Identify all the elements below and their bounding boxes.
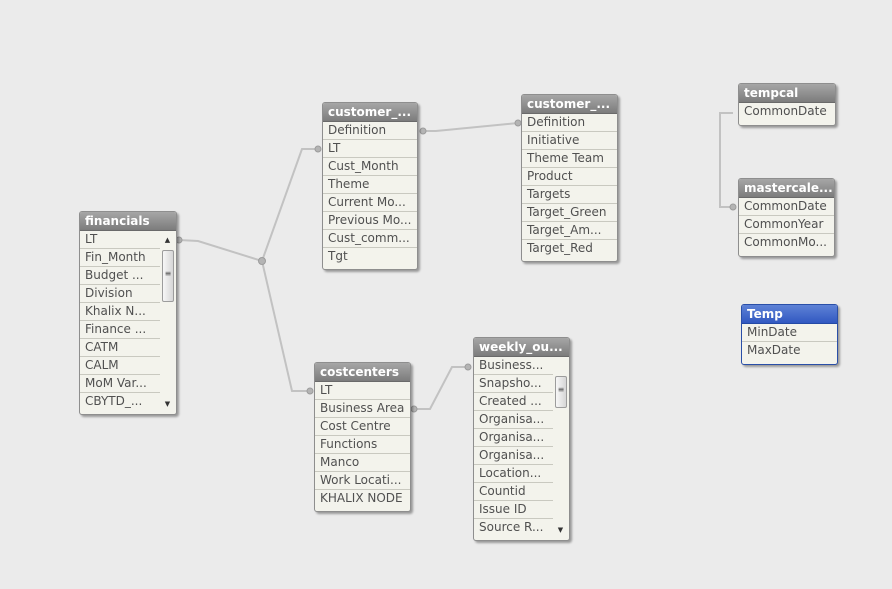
field-item[interactable]: Target_Am... [522, 222, 617, 240]
field-item[interactable]: Product [522, 168, 617, 186]
field-item[interactable]: Finance ... [80, 321, 160, 339]
field-item[interactable]: Previous Mo... [323, 212, 417, 230]
join-dot [306, 387, 314, 395]
link-hub-costcenters [261, 260, 310, 392]
table-title[interactable]: weekly_ou... [474, 338, 569, 357]
field-item[interactable]: Location... [474, 465, 553, 483]
link-hub-customer1 [261, 148, 318, 262]
field-item[interactable]: CommonDate [739, 198, 834, 216]
field-item[interactable]: Target_Green [522, 204, 617, 222]
table-viewer-canvas[interactable]: financials LT Fin_Month Budget ... Divis… [0, 0, 892, 589]
field-item[interactable]: Business... [474, 357, 553, 375]
table-title[interactable]: customer_... [323, 103, 417, 122]
field-item[interactable]: Cost Centre [315, 418, 410, 436]
scroll-grip-icon: ≡ [164, 269, 172, 278]
field-item[interactable]: Business Area [315, 400, 410, 418]
field-item[interactable]: CALM [80, 357, 160, 375]
table-title[interactable]: financials [80, 212, 176, 231]
field-item[interactable]: CommonYear [739, 216, 834, 234]
field-item[interactable]: KHALIX NODE [315, 490, 410, 507]
field-item[interactable]: LT [315, 382, 410, 400]
field-item[interactable]: Khalix N... [80, 303, 160, 321]
field-item[interactable]: Organisa... [474, 447, 553, 465]
table-customer-2[interactable]: customer_... Definition Initiative Theme… [521, 94, 618, 262]
scroll-thumb[interactable]: ≡ [555, 376, 567, 408]
table-title[interactable]: Temp [742, 305, 837, 324]
field-item[interactable]: MinDate [742, 324, 837, 342]
link-financials-hub [178, 239, 263, 262]
field-item[interactable]: Definition [323, 122, 417, 140]
field-item[interactable]: CATM [80, 339, 160, 357]
field-item[interactable]: Issue ID [474, 501, 553, 519]
field-item[interactable]: Fin_Month [80, 249, 160, 267]
field-item[interactable]: MaxDate [742, 342, 837, 359]
scroll-grip-icon: ≡ [557, 385, 565, 394]
join-dot [419, 127, 427, 135]
field-item[interactable]: LT [323, 140, 417, 158]
field-item[interactable]: LT [80, 231, 160, 249]
join-dot [314, 145, 322, 153]
table-temp[interactable]: Temp MinDate MaxDate [741, 304, 838, 365]
field-item[interactable]: Organisa... [474, 411, 553, 429]
field-item[interactable]: Theme Team [522, 150, 617, 168]
field-item[interactable]: Manco [315, 454, 410, 472]
vertical-scrollbar[interactable]: ▲ ≡ ▼ [161, 232, 174, 412]
field-item[interactable]: Created ... [474, 393, 553, 411]
table-customer-1[interactable]: customer_... Definition LT Cust_Month Th… [322, 102, 418, 270]
field-item[interactable]: Countid [474, 483, 553, 501]
field-item[interactable]: MoM Var... [80, 375, 160, 393]
field-item[interactable]: CBYTD_... [80, 393, 160, 410]
table-title[interactable]: tempcal [739, 84, 835, 103]
join-hub-dot [258, 257, 266, 265]
table-tempcal[interactable]: tempcal CommonDate [738, 83, 836, 126]
field-item[interactable]: Budget ... [80, 267, 160, 285]
link-tempcal-mastercal [719, 112, 733, 208]
table-costcenters[interactable]: costcenters LT Business Area Cost Centre… [314, 362, 411, 512]
table-weekly[interactable]: weekly_ou... Business... Snapsho... Crea… [473, 337, 570, 541]
field-item[interactable]: Division [80, 285, 160, 303]
field-item[interactable]: Work Locati... [315, 472, 410, 490]
field-item[interactable]: Theme [323, 176, 417, 194]
vertical-scrollbar[interactable]: ≡ ▼ [554, 358, 567, 538]
scroll-down-arrow-icon[interactable]: ▼ [161, 398, 174, 410]
field-item[interactable]: Organisa... [474, 429, 553, 447]
scroll-down-arrow-icon[interactable]: ▼ [554, 524, 567, 536]
field-item[interactable]: Snapsho... [474, 375, 553, 393]
join-dot [410, 405, 418, 413]
table-financials[interactable]: financials LT Fin_Month Budget ... Divis… [79, 211, 177, 415]
field-item[interactable]: Current Mo... [323, 194, 417, 212]
field-item[interactable]: Functions [315, 436, 410, 454]
link-costcenters-weekly [414, 366, 468, 410]
field-item[interactable]: Initiative [522, 132, 617, 150]
table-title[interactable]: costcenters [315, 363, 410, 382]
table-title[interactable]: customer_... [522, 95, 617, 114]
join-dot [464, 363, 472, 371]
scroll-up-arrow-icon[interactable]: ▲ [161, 234, 174, 246]
field-item[interactable]: CommonDate [739, 103, 835, 120]
scroll-thumb[interactable]: ≡ [162, 250, 174, 302]
field-item[interactable]: Targets [522, 186, 617, 204]
field-item[interactable]: Tgt [323, 248, 417, 265]
join-dot [729, 203, 737, 211]
field-item[interactable]: Cust_comm... [323, 230, 417, 248]
table-title[interactable]: mastercale... [739, 179, 834, 198]
field-item[interactable]: Source R... [474, 519, 553, 536]
link-customer1-customer2 [423, 122, 519, 132]
field-item[interactable]: Definition [522, 114, 617, 132]
field-item[interactable]: CommonMo... [739, 234, 834, 251]
field-item[interactable]: Cust_Month [323, 158, 417, 176]
table-mastercal[interactable]: mastercale... CommonDate CommonYear Comm… [738, 178, 835, 257]
field-item[interactable]: Target_Red [522, 240, 617, 257]
